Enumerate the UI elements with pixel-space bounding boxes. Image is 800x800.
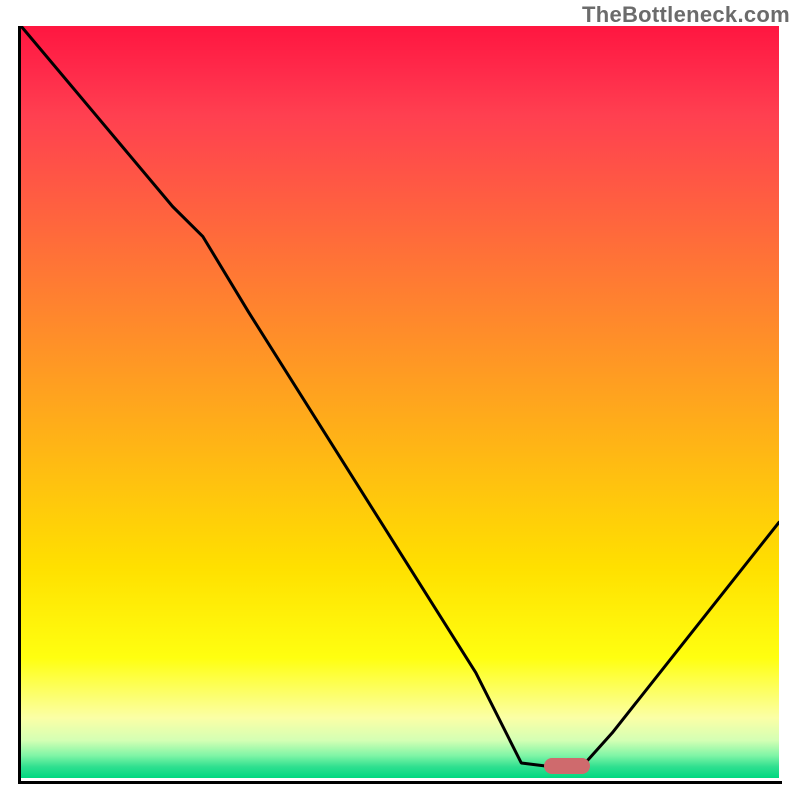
optimal-point-marker xyxy=(544,758,590,774)
line-series xyxy=(21,26,779,778)
chart-container: TheBottleneck.com xyxy=(0,0,800,800)
watermark-text: TheBottleneck.com xyxy=(582,2,790,28)
plot-area xyxy=(21,26,779,778)
